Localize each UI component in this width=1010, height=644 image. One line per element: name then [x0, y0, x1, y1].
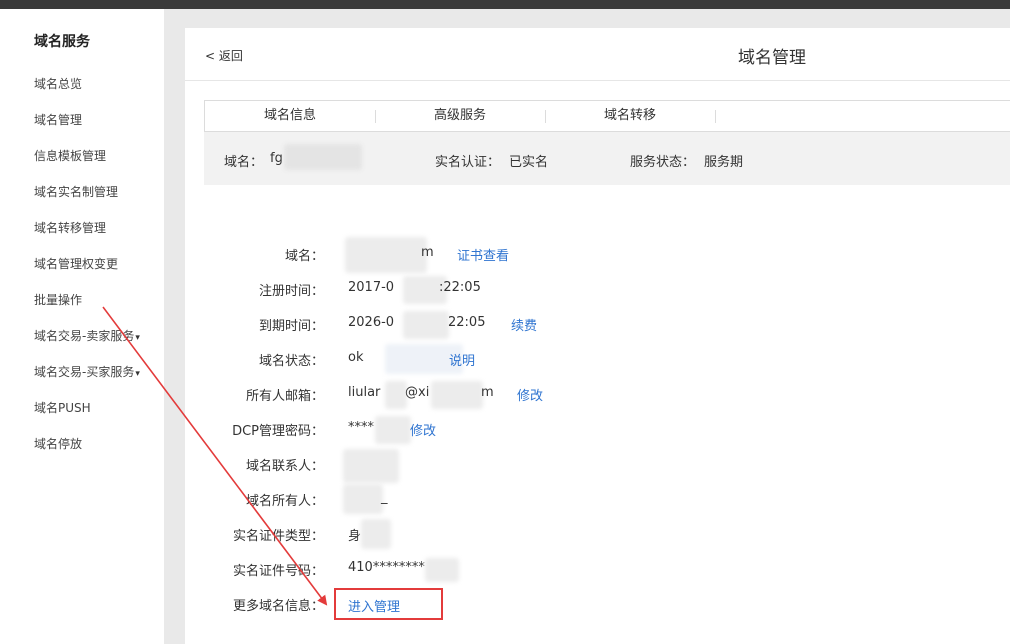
tab-bar: 域名信息 高级服务 域名转移 [204, 100, 1010, 132]
dcp-password-value: **** [348, 420, 374, 435]
redaction-blur [385, 381, 407, 409]
email-value-end: m [481, 385, 494, 400]
email-value: liular [348, 385, 381, 400]
redaction-blur [375, 416, 411, 444]
redaction-blur [403, 311, 449, 339]
sidebar-item-batch-ops[interactable]: 批量操作 [34, 291, 140, 327]
enter-manage-highlight: 进入管理 [334, 588, 443, 620]
email-value-mid: @xi [405, 385, 430, 400]
status-value: ok [348, 350, 364, 365]
detail-row-reg-time: 注册时间： 2017-0 :22:05 [185, 276, 1010, 304]
sidebar-item-template-manage[interactable]: 信息模板管理 [34, 147, 140, 183]
sidebar: 域名服务 域名总览 域名管理 信息模板管理 域名实名制管理 域名转移管理 域名管… [0, 9, 164, 644]
status-explain-link[interactable]: 说明 [449, 350, 475, 369]
detail-label: 所有人邮箱： [245, 389, 324, 404]
caret-down-icon: ▾ [135, 333, 140, 343]
detail-row-owner: 域名所有人： _ [185, 484, 1010, 514]
page-header: < 返回 域名管理 [185, 28, 1010, 81]
detail-label: 域名联系人： [245, 459, 324, 474]
summary-realname-label: 实名认证： [435, 155, 501, 170]
exp-time-value-end: 22:05 [448, 315, 486, 330]
id-type-value: 身 [348, 529, 362, 544]
sidebar-item-ownership-change[interactable]: 域名管理权变更 [34, 255, 140, 291]
detail-row-status: 域名状态： ok 说明 [185, 344, 1010, 374]
sidebar-items: 域名总览 域名管理 信息模板管理 域名实名制管理 域名转移管理 域名管理权变更 … [34, 75, 140, 471]
detail-label: 域名所有人： [245, 494, 324, 509]
tab-advanced-service[interactable]: 高级服务 [375, 101, 545, 131]
detail-label: 实名证件号码： [232, 564, 324, 579]
summary-realname-value: 已实名 [509, 155, 549, 170]
sidebar-item-parking[interactable]: 域名停放 [34, 435, 140, 471]
summary-status-value: 服务期 [704, 155, 744, 170]
detail-row-domain: 域名： m 证书查看 [185, 237, 1010, 273]
detail-row-id-type: 实名证件类型： 身 [185, 519, 1010, 549]
sidebar-item-seller-service[interactable]: 域名交易-卖家服务▾ [34, 327, 140, 363]
sidebar-item-transfer-manage[interactable]: 域名转移管理 [34, 219, 140, 255]
redaction-blur [361, 519, 391, 549]
detail-row-email: 所有人邮箱： liular @xi m 修改 [185, 381, 1010, 409]
redaction-blur [431, 381, 483, 409]
detail-row-id-number: 实名证件号码： 410******** [185, 558, 1010, 582]
edit-email-link[interactable]: 修改 [517, 385, 543, 404]
redaction-blur [343, 484, 383, 514]
main-panel: < 返回 域名管理 域名信息 高级服务 域名转移 域名： fg 实名认证： 已实… [185, 28, 1010, 644]
renew-link[interactable]: 续费 [511, 315, 537, 334]
enter-manage-link[interactable]: 进入管理 [348, 596, 400, 615]
detail-row-exp-time: 到期时间： 2026-0 22:05 续费 [185, 311, 1010, 339]
detail-row-more-info: 更多域名信息： [185, 595, 1010, 615]
detail-row-dcp: DCP管理密码： **** 修改 [185, 416, 1010, 444]
detail-row-contact: 域名联系人： [185, 449, 1010, 483]
edit-dcp-password-link[interactable]: 修改 [410, 420, 436, 439]
exp-time-value: 2026-0 [348, 315, 395, 330]
tab-divider [715, 110, 716, 123]
sidebar-item-realname-manage[interactable]: 域名实名制管理 [34, 183, 140, 219]
domain-summary: 域名： fg 实名认证： 已实名 服务状态： 服务期 [204, 132, 1010, 185]
sidebar-item-domain-manage[interactable]: 域名管理 [34, 111, 140, 147]
summary-status-label: 服务状态： [630, 155, 696, 170]
detail-label: 到期时间： [258, 319, 324, 334]
redaction-blur [345, 237, 427, 273]
summary-domain-value: fg [270, 151, 283, 166]
view-certificate-link[interactable]: 证书查看 [457, 245, 509, 264]
back-link[interactable]: < 返回 [205, 47, 243, 64]
reg-time-value: 2017-0 [348, 280, 395, 295]
owner-value: _ [381, 490, 388, 505]
sidebar-item-push[interactable]: 域名PUSH [34, 399, 140, 435]
tab-domain-transfer[interactable]: 域名转移 [545, 101, 715, 131]
sidebar-item-overview[interactable]: 域名总览 [34, 75, 140, 111]
detail-label: 域名： [284, 249, 324, 264]
detail-label: 注册时间： [258, 284, 324, 299]
redaction-blur [425, 558, 459, 582]
summary-domain-label: 域名： [224, 155, 264, 170]
detail-label: 域名状态： [258, 354, 324, 369]
caret-down-icon: ▾ [135, 369, 140, 379]
reg-time-value-end: :22:05 [439, 280, 481, 295]
detail-label: DCP管理密码： [232, 424, 324, 439]
sidebar-title: 域名服务 [34, 34, 90, 50]
redaction-blur [284, 144, 362, 170]
sidebar-item-buyer-service[interactable]: 域名交易-买家服务▾ [34, 363, 140, 399]
tab-domain-info[interactable]: 域名信息 [205, 101, 375, 131]
id-number-value: 410******** [348, 560, 425, 575]
domain-value: m [421, 245, 434, 260]
redaction-blur [343, 449, 399, 483]
detail-label: 实名证件类型： [232, 529, 324, 544]
top-bar [0, 0, 1010, 9]
page-title: 域名管理 [738, 48, 806, 68]
detail-label: 更多域名信息： [232, 599, 324, 614]
